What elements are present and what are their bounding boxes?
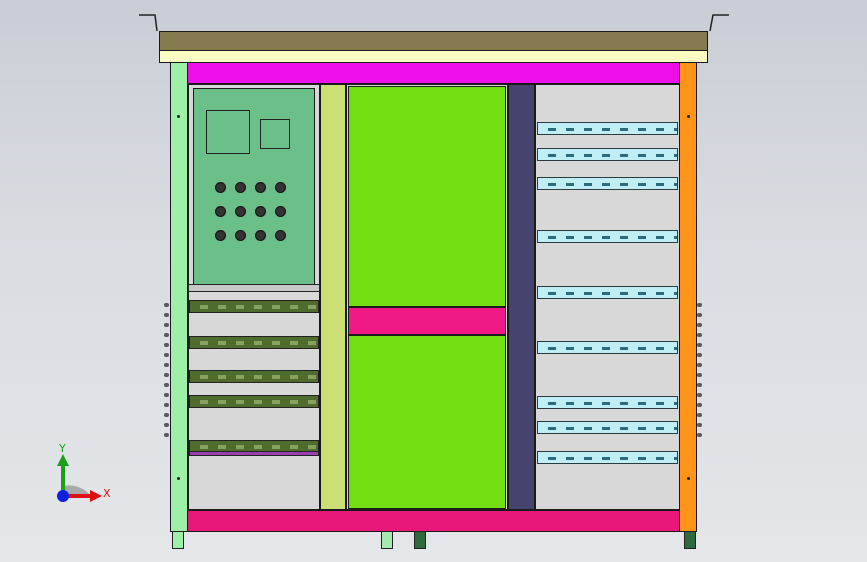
din-rail-left-4 — [189, 395, 319, 408]
din-rail-left-2 — [189, 336, 319, 349]
left-cable-tray — [189, 451, 319, 456]
control-panel — [193, 88, 315, 285]
foot-right — [684, 531, 696, 549]
axis-triad: Y X — [50, 440, 120, 510]
gap-strip — [320, 84, 346, 510]
right-vent-louvers — [697, 303, 705, 443]
left-post — [170, 62, 188, 532]
axis-y-label: Y — [59, 442, 66, 455]
din-rail-right-4 — [537, 230, 678, 243]
right-post — [679, 62, 697, 532]
foot-center-right — [414, 531, 426, 549]
frame-bottom-beam — [187, 510, 680, 532]
lower-door — [348, 335, 506, 509]
panel-display-window-small — [260, 119, 290, 149]
right-post-rivet-bottom — [687, 477, 690, 480]
din-rail-right-9 — [537, 451, 678, 464]
left-top-bracket — [188, 284, 320, 292]
door-separator — [348, 307, 506, 335]
roof-left-bracket — [139, 13, 159, 33]
left-post-rivet-bottom — [177, 477, 180, 480]
frame-top-beam — [187, 62, 680, 84]
roof-right-bracket-shape — [709, 14, 729, 32]
din-rail-right-6 — [537, 341, 678, 354]
din-rail-right-5 — [537, 286, 678, 299]
foot-left — [172, 531, 184, 549]
right-post-rivet-top — [687, 115, 690, 118]
din-rail-right-7 — [537, 396, 678, 409]
back-strip — [508, 84, 535, 510]
left-post-rivet-top — [177, 115, 180, 118]
upper-door — [348, 86, 506, 307]
roof-right-bracket — [707, 13, 729, 33]
din-rail-right-3 — [537, 177, 678, 190]
panel-display-window-large — [206, 110, 250, 154]
din-rail-right-1 — [537, 122, 678, 135]
din-rail-right-8 — [537, 421, 678, 434]
din-rail-left-3 — [189, 370, 319, 383]
din-rail-left-1 — [189, 300, 319, 313]
roof-cap — [159, 31, 708, 51]
din-rail-right-2 — [537, 148, 678, 161]
axis-x-label: X — [103, 487, 111, 500]
roof-left-bracket-shape — [139, 14, 158, 32]
left-vent-louvers — [164, 303, 172, 443]
foot-center-left — [381, 531, 393, 549]
